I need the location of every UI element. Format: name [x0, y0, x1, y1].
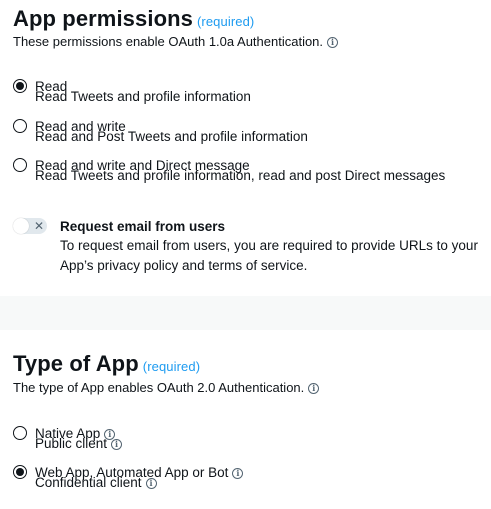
- radio-button[interactable]: [13, 119, 27, 133]
- toggle-knob: [13, 218, 29, 234]
- type-of-app-heading: Type of App (required): [13, 351, 200, 380]
- radio-button[interactable]: [13, 465, 27, 479]
- radio-button[interactable]: [13, 426, 27, 440]
- request-email-description: To request email from users, you are req…: [60, 238, 478, 273]
- app-permissions-section: App permissions (required) These permissi…: [0, 0, 491, 296]
- app-type-option-sublabel: Confidential client i: [35, 475, 157, 490]
- request-email-title: Request email from users: [60, 219, 226, 234]
- radio-button[interactable]: [13, 79, 27, 93]
- permission-option-sublabel: Read and Post Tweets and profile informa…: [35, 129, 308, 144]
- required-label: (required): [196, 14, 255, 29]
- request-email-toggle[interactable]: ✕: [13, 218, 47, 234]
- required-label: (required): [142, 359, 201, 374]
- info-circle-icon[interactable]: i: [145, 478, 157, 489]
- type-of-app-description: The type of App enables OAuth 2.0 Authen…: [13, 380, 320, 396]
- info-circle-icon[interactable]: i: [327, 37, 339, 48]
- app-type-option-sublabel: Public client i: [35, 436, 123, 451]
- type-of-app-title: Type of App: [13, 351, 139, 376]
- permission-option-sublabel: Read Tweets and profile information: [35, 89, 251, 104]
- section-divider: [0, 296, 491, 330]
- info-circle-icon[interactable]: i: [232, 468, 244, 479]
- permission-option-sublabel: Read Tweets and profile information, rea…: [35, 168, 446, 183]
- info-circle-icon[interactable]: i: [308, 383, 320, 394]
- type-of-app-section: Type of App (required) The type of App en…: [0, 330, 491, 509]
- radio-button[interactable]: [13, 158, 27, 172]
- type-of-app-description-text: The type of App enables OAuth 2.0 Authen…: [13, 380, 305, 395]
- app-permissions-heading: App permissions (required): [13, 6, 254, 35]
- app-permissions-description-text: These permissions enable OAuth 1.0a Auth…: [13, 34, 324, 49]
- app-permissions-title: App permissions: [13, 6, 193, 31]
- app-permissions-description: These permissions enable OAuth 1.0a Auth…: [13, 34, 339, 50]
- info-circle-icon[interactable]: i: [111, 439, 123, 450]
- x-icon: ✕: [33, 219, 45, 233]
